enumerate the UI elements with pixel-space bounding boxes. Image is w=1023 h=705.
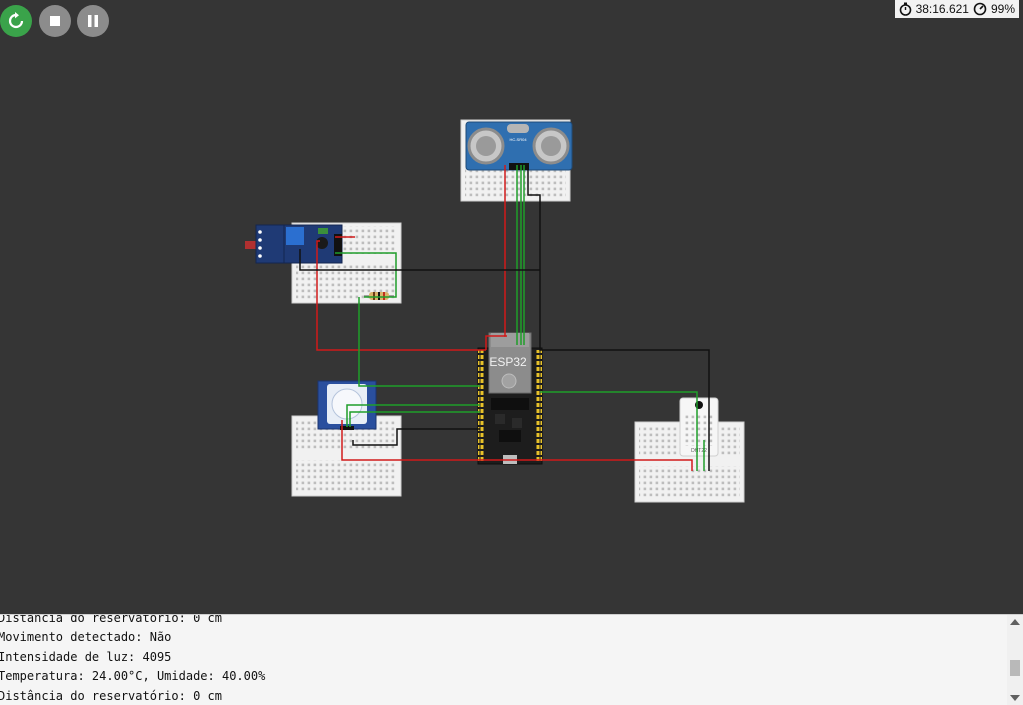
serial-line: Distância do reservatório: 0 cm (0, 614, 222, 625)
serial-line: Distância do reservatório: 0 cm (0, 688, 222, 703)
ldr-module[interactable] (245, 224, 343, 264)
console-scrollbar[interactable] (1007, 615, 1023, 705)
scroll-up-icon[interactable] (1010, 619, 1020, 625)
scroll-thumb[interactable] (1010, 660, 1020, 676)
serial-output: Distância do reservatório: 0 cm Moviment… (0, 614, 266, 705)
esp32-board[interactable]: ESP32 (477, 332, 543, 465)
serial-monitor[interactable]: Distância do reservatório: 0 cm Moviment… (0, 614, 1023, 705)
circuit-canvas[interactable]: HC-SR04 ESP32 DHT22 (0, 0, 1023, 614)
serial-line: Temperatura: 24.00°C, Umidade: 40.00% (0, 669, 266, 684)
serial-line: Intensidade de luz: 4095 (0, 649, 172, 664)
dht22-sensor[interactable]: DHT22 (679, 397, 719, 457)
ultrasonic-label: HC-SR04 (509, 137, 527, 142)
scroll-down-icon[interactable] (1010, 695, 1020, 701)
esp32-label: ESP32 (489, 355, 527, 369)
ultrasonic-sensor[interactable]: HC-SR04 (465, 121, 573, 171)
serial-line: Movimento detectado: Não (0, 630, 172, 645)
